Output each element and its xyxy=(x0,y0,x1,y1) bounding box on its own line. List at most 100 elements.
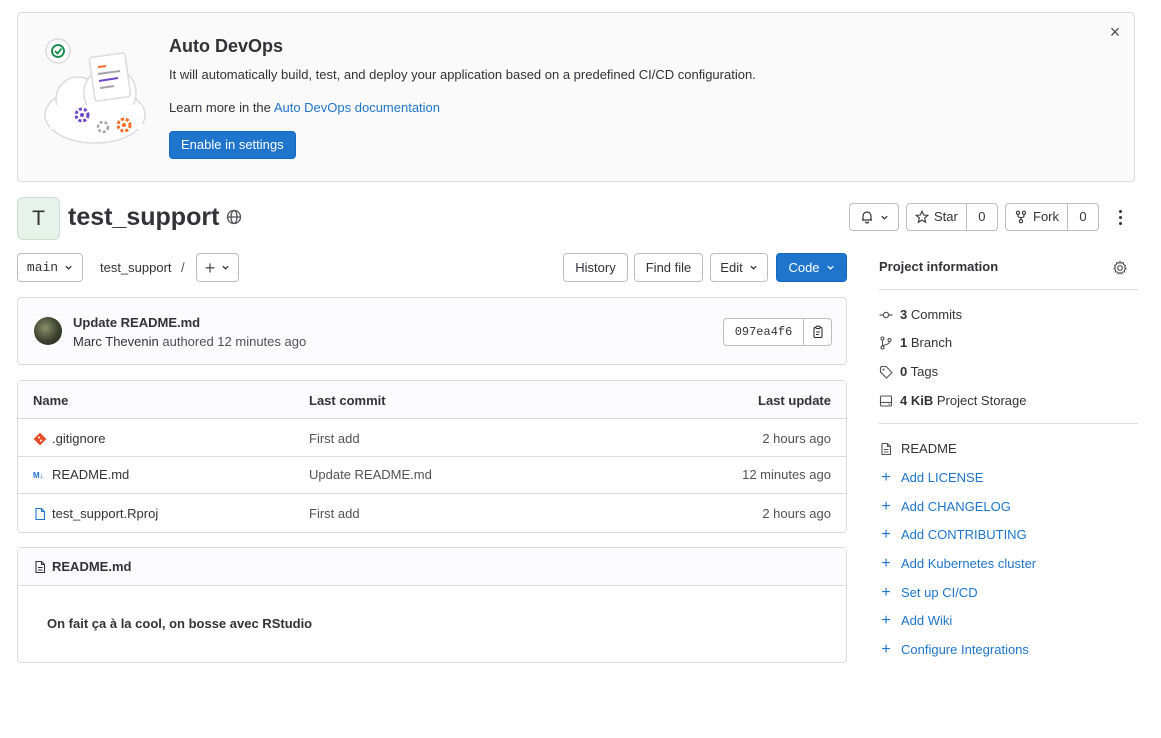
plus-icon: + xyxy=(204,257,216,278)
code-button[interactable]: Code xyxy=(776,253,847,282)
star-button-group[interactable]: Star 0 xyxy=(906,203,998,231)
header-last-update: Last update xyxy=(758,393,831,408)
plus-icon: + xyxy=(881,554,891,572)
banner-description: It will automatically build, test, and d… xyxy=(169,67,756,82)
fork-icon xyxy=(1015,210,1027,224)
table-row[interactable]: M↓ README.md Update README.md 12 minutes… xyxy=(18,457,846,494)
commit-sha[interactable]: 097ea4f6 xyxy=(723,318,804,346)
stat-count: 1 xyxy=(900,335,908,350)
stat-count: 3 xyxy=(900,307,908,322)
branch-icon xyxy=(880,335,892,350)
branch-selector[interactable]: main xyxy=(17,253,83,282)
fork-button[interactable]: Fork xyxy=(1006,204,1068,230)
file-name[interactable]: .gitignore xyxy=(52,431,105,446)
link-label: Add LICENSE xyxy=(901,470,984,485)
file-icon xyxy=(35,507,46,520)
link-label: Set up CI/CD xyxy=(901,585,978,600)
file-last-commit[interactable]: First add xyxy=(309,431,360,446)
plus-icon: + xyxy=(881,468,891,486)
stat-label: Branch xyxy=(910,335,953,350)
readme-label: README xyxy=(901,441,957,456)
add-changelog-link[interactable]: + Add CHANGELOG xyxy=(879,497,1011,515)
stat-commits[interactable]: 3 Commits xyxy=(879,307,962,322)
commit-meta: Marc Thevenin authored 12 minutes ago xyxy=(73,334,306,349)
sidebar-readme-link[interactable]: README xyxy=(879,441,957,456)
fork-count[interactable]: 0 xyxy=(1068,204,1098,230)
fork-label: Fork xyxy=(1033,209,1059,224)
add-kubernetes-cluster-link[interactable]: + Add Kubernetes cluster xyxy=(879,554,1037,572)
header-name: Name xyxy=(33,393,69,408)
breadcrumb-project[interactable]: test_support xyxy=(100,260,172,275)
notifications-button[interactable] xyxy=(849,203,899,231)
readme-header: README.md xyxy=(18,548,846,586)
stat-tags[interactable]: 0 Tags xyxy=(879,364,938,379)
add-contributing-link[interactable]: + Add CONTRIBUTING xyxy=(879,525,1027,543)
readme-content: On fait ça à la cool, on bosse avec RStu… xyxy=(47,616,313,631)
auto-devops-banner: Auto DevOps It will automatically build,… xyxy=(17,12,1135,182)
add-to-tree-button[interactable]: + xyxy=(196,253,239,282)
stat-branches[interactable]: 1 Branch xyxy=(879,335,952,350)
breadcrumb-separator: / xyxy=(181,260,185,275)
auto-devops-docs-link[interactable]: Auto DevOps documentation xyxy=(274,100,440,115)
file-last-update: 12 minutes ago xyxy=(742,467,831,482)
link-label: Add CONTRIBUTING xyxy=(901,527,1027,542)
file-name[interactable]: README.md xyxy=(52,467,129,482)
banner-learn-more: Learn more in the Auto DevOps documentat… xyxy=(169,100,440,115)
configure-integrations-link[interactable]: + Configure Integrations xyxy=(879,640,1029,658)
plus-icon: + xyxy=(881,640,891,658)
chevron-down-icon xyxy=(750,265,757,270)
fork-button-group[interactable]: Fork 0 xyxy=(1005,203,1099,231)
project-information-title: Project information xyxy=(879,259,999,274)
enable-in-settings-button[interactable]: Enable in settings xyxy=(169,131,296,159)
project-avatar: T xyxy=(17,197,60,240)
set-up-cicd-link[interactable]: + Set up CI/CD xyxy=(879,584,978,600)
add-license-link[interactable]: + Add LICENSE xyxy=(879,468,984,486)
add-wiki-link[interactable]: + Add Wiki xyxy=(879,612,952,628)
chevron-down-icon xyxy=(826,265,834,270)
table-row[interactable]: test_support.Rproj First add 2 hours ago xyxy=(18,494,846,532)
link-label: Add Kubernetes cluster xyxy=(901,556,1037,571)
star-label: Star xyxy=(934,209,958,224)
more-actions-icon[interactable] xyxy=(1112,207,1128,227)
git-icon xyxy=(33,432,47,445)
star-button[interactable]: Star xyxy=(907,204,967,230)
commit-icon xyxy=(879,311,893,318)
close-icon[interactable]: × xyxy=(1106,23,1124,41)
copy-icon xyxy=(812,325,823,339)
author-avatar[interactable] xyxy=(34,317,62,345)
stat-label: Commits xyxy=(910,307,963,322)
plus-icon: + xyxy=(881,525,891,543)
stat-storage[interactable]: 4 KiB Project Storage xyxy=(879,393,1026,408)
history-button[interactable]: History xyxy=(563,253,628,282)
tag-icon xyxy=(879,365,893,379)
readme-card: README.md On fait ça à la cool, on bosse… xyxy=(17,547,847,663)
commit-author[interactable]: Marc Thevenin xyxy=(73,334,159,349)
file-tree-table: Name Last commit Last update .gitignore … xyxy=(17,380,847,533)
project-title: test_support xyxy=(68,203,220,231)
file-name[interactable]: test_support.Rproj xyxy=(52,506,158,521)
divider xyxy=(879,423,1138,424)
learn-more-prefix: Learn more in the xyxy=(169,100,271,115)
table-row[interactable]: .gitignore First add 2 hours ago xyxy=(18,419,846,457)
readme-title[interactable]: README.md xyxy=(52,559,131,574)
code-label: Code xyxy=(788,260,820,275)
edit-label: Edit xyxy=(720,260,743,275)
plus-icon: + xyxy=(881,497,891,515)
star-icon xyxy=(915,210,929,224)
file-last-commit[interactable]: Update README.md xyxy=(309,467,432,482)
markdown-icon: M↓ xyxy=(33,471,44,480)
star-count[interactable]: 0 xyxy=(967,204,997,230)
branch-name: main xyxy=(26,260,59,275)
commit-time: authored 12 minutes ago xyxy=(162,334,307,349)
last-commit-card: Update README.md Marc Thevenin authored … xyxy=(17,297,847,365)
header-last-commit: Last commit xyxy=(309,393,386,408)
table-header: Name Last commit Last update xyxy=(18,381,846,419)
copy-sha-button[interactable] xyxy=(803,318,832,346)
commit-message[interactable]: Update README.md xyxy=(73,315,200,330)
gear-icon[interactable] xyxy=(1112,260,1128,276)
link-label: Configure Integrations xyxy=(901,642,1029,657)
link-label: Add CHANGELOG xyxy=(901,499,1011,514)
edit-button[interactable]: Edit xyxy=(710,253,768,282)
find-file-button[interactable]: Find file xyxy=(634,253,703,282)
file-last-commit[interactable]: First add xyxy=(309,506,360,521)
